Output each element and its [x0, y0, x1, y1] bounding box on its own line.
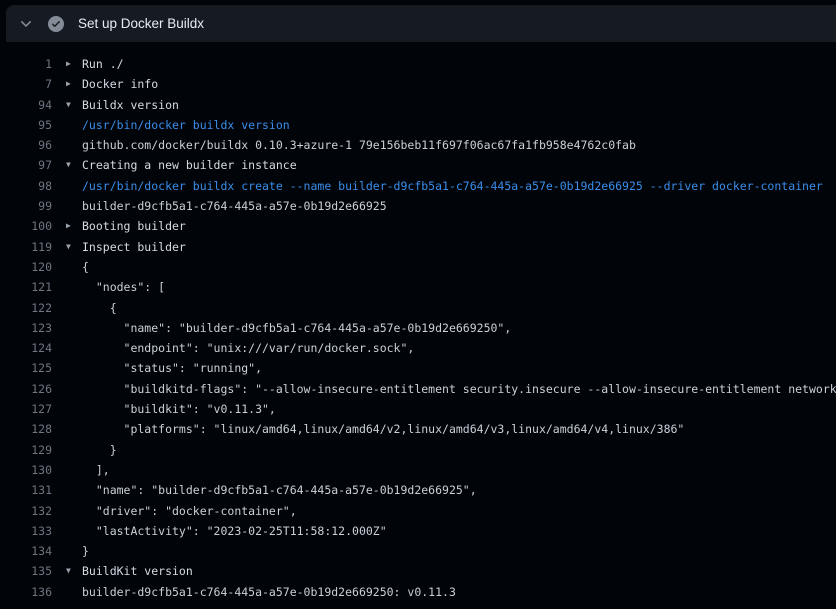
- check-circle-icon: [48, 16, 64, 32]
- log-line: 133 "lastActivity": "2023-02-25T11:58:12…: [0, 521, 836, 541]
- line-number[interactable]: 94: [0, 95, 52, 115]
- line-content: "endpoint": "unix:///var/run/docker.sock…: [66, 338, 836, 358]
- log-line: 121 "nodes": [: [0, 277, 836, 297]
- log-line: 131 "name": "builder-d9cfb5a1-c764-445a-…: [0, 480, 836, 500]
- step-header[interactable]: Set up Docker Buildx: [6, 5, 836, 42]
- log-line: 129 }: [0, 440, 836, 460]
- line-number[interactable]: 134: [0, 541, 52, 561]
- line-number[interactable]: 122: [0, 298, 52, 318]
- triangle-right-icon[interactable]: ▶: [66, 74, 71, 94]
- line-content: "platforms": "linux/amd64,linux/amd64/v2…: [66, 419, 836, 439]
- log-line: 95 /usr/bin/docker buildx version: [0, 115, 836, 135]
- line-content: "status": "running",: [66, 358, 836, 378]
- line-number[interactable]: 120: [0, 257, 52, 277]
- line-content: /usr/bin/docker buildx create --name bui…: [66, 176, 836, 196]
- triangle-down-icon[interactable]: ▼: [66, 95, 71, 115]
- chevron-down-icon[interactable]: [18, 16, 34, 32]
- line-content[interactable]: ▶Run ./: [66, 54, 836, 74]
- line-content: "nodes": [: [66, 277, 836, 297]
- line-content[interactable]: ▼BuildKit version: [66, 561, 836, 581]
- line-number[interactable]: 99: [0, 196, 52, 216]
- line-content[interactable]: ▼Creating a new builder instance: [66, 155, 836, 175]
- step-title: Set up Docker Buildx: [78, 16, 204, 31]
- line-number[interactable]: 130: [0, 460, 52, 480]
- triangle-down-icon[interactable]: ▼: [66, 155, 71, 175]
- line-content: "buildkit": "v0.11.3",: [66, 399, 836, 419]
- line-number[interactable]: 135: [0, 561, 52, 581]
- line-content[interactable]: ▼Inspect builder: [66, 237, 836, 257]
- log-line: 7 ▶Docker info: [0, 74, 836, 94]
- line-content: github.com/docker/buildx 0.10.3+azure-1 …: [66, 135, 836, 155]
- line-content: "driver": "docker-container",: [66, 501, 836, 521]
- line-number[interactable]: 126: [0, 379, 52, 399]
- line-content: {: [66, 257, 836, 277]
- line-content: ],: [66, 460, 836, 480]
- log-line: 98 /usr/bin/docker buildx create --name …: [0, 176, 836, 196]
- line-number[interactable]: 123: [0, 318, 52, 338]
- line-content: {: [66, 298, 836, 318]
- log-line: 130 ],: [0, 460, 836, 480]
- triangle-right-icon[interactable]: ▶: [66, 54, 71, 74]
- line-number[interactable]: 95: [0, 115, 52, 135]
- line-number[interactable]: 125: [0, 358, 52, 378]
- line-content: builder-d9cfb5a1-c764-445a-a57e-0b19d2e6…: [66, 582, 836, 602]
- line-number[interactable]: 98: [0, 176, 52, 196]
- line-content: }: [66, 440, 836, 460]
- line-number[interactable]: 127: [0, 399, 52, 419]
- line-content: builder-d9cfb5a1-c764-445a-a57e-0b19d2e6…: [66, 196, 836, 216]
- log-line: 120 {: [0, 257, 836, 277]
- log-line: 122 {: [0, 298, 836, 318]
- line-content: "name": "builder-d9cfb5a1-c764-445a-a57e…: [66, 480, 836, 500]
- triangle-down-icon[interactable]: ▼: [66, 561, 71, 581]
- line-content: /usr/bin/docker buildx version: [66, 115, 836, 135]
- log-line: 124 "endpoint": "unix:///var/run/docker.…: [0, 338, 836, 358]
- log-line: 1 ▶Run ./: [0, 54, 836, 74]
- log-line: 94 ▼Buildx version: [0, 95, 836, 115]
- log-line: 99 builder-d9cfb5a1-c764-445a-a57e-0b19d…: [0, 196, 836, 216]
- line-number[interactable]: 100: [0, 216, 52, 236]
- log-line: 123 "name": "builder-d9cfb5a1-c764-445a-…: [0, 318, 836, 338]
- log-line: 128 "platforms": "linux/amd64,linux/amd6…: [0, 419, 836, 439]
- line-number[interactable]: 124: [0, 338, 52, 358]
- triangle-down-icon[interactable]: ▼: [66, 237, 71, 257]
- line-number[interactable]: 119: [0, 237, 52, 257]
- log-viewer: 1 ▶Run ./ 7 ▶Docker info 94 ▼Buildx vers…: [0, 42, 836, 602]
- line-number[interactable]: 136: [0, 582, 52, 602]
- line-content: "lastActivity": "2023-02-25T11:58:12.000…: [66, 521, 836, 541]
- line-number[interactable]: 133: [0, 521, 52, 541]
- line-content[interactable]: ▼Buildx version: [66, 95, 836, 115]
- line-number[interactable]: 131: [0, 480, 52, 500]
- line-number[interactable]: 121: [0, 277, 52, 297]
- triangle-right-icon[interactable]: ▶: [66, 216, 71, 236]
- log-line: 119 ▼Inspect builder: [0, 237, 836, 257]
- log-line: 127 "buildkit": "v0.11.3",: [0, 399, 836, 419]
- line-content[interactable]: ▶Booting builder: [66, 216, 836, 236]
- line-content: }: [66, 541, 836, 561]
- log-line: 126 "buildkitd-flags": "--allow-insecure…: [0, 379, 836, 399]
- log-line: 97 ▼Creating a new builder instance: [0, 155, 836, 175]
- line-number[interactable]: 7: [0, 74, 52, 94]
- log-line: 134 }: [0, 541, 836, 561]
- log-line: 136 builder-d9cfb5a1-c764-445a-a57e-0b19…: [0, 582, 836, 602]
- line-number[interactable]: 1: [0, 54, 52, 74]
- log-line: 132 "driver": "docker-container",: [0, 501, 836, 521]
- line-number[interactable]: 97: [0, 155, 52, 175]
- log-line: 100 ▶Booting builder: [0, 216, 836, 236]
- line-number[interactable]: 132: [0, 501, 52, 521]
- log-line: 96 github.com/docker/buildx 0.10.3+azure…: [0, 135, 836, 155]
- log-line: 135 ▼BuildKit version: [0, 561, 836, 581]
- line-number[interactable]: 129: [0, 440, 52, 460]
- line-content[interactable]: ▶Docker info: [66, 74, 836, 94]
- line-number[interactable]: 96: [0, 135, 52, 155]
- log-line: 125 "status": "running",: [0, 358, 836, 378]
- line-content: "buildkitd-flags": "--allow-insecure-ent…: [66, 379, 836, 399]
- line-content: "name": "builder-d9cfb5a1-c764-445a-a57e…: [66, 318, 836, 338]
- line-number[interactable]: 128: [0, 419, 52, 439]
